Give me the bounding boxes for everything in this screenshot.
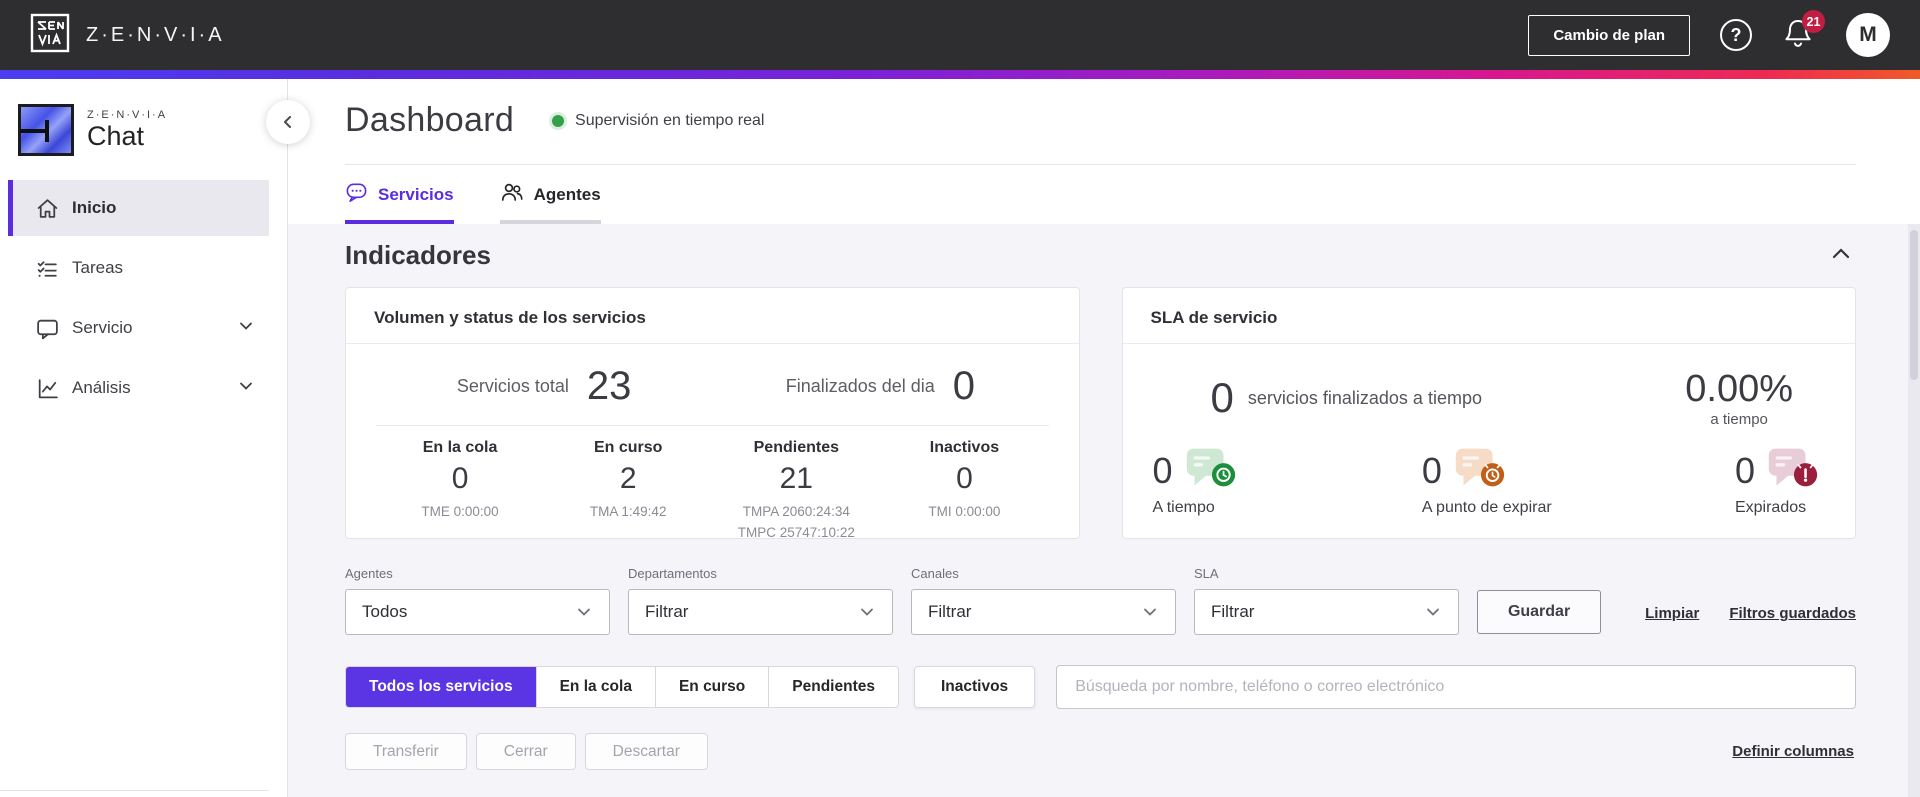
- topbar: Z·E·N·V·I·A Cambio de plan ? 21 M: [0, 0, 1920, 70]
- clear-filters-link[interactable]: Limpiar: [1645, 605, 1699, 622]
- sla-on-time: 0 A tiempo: [1153, 444, 1239, 517]
- tab-servicios[interactable]: Servicios: [345, 180, 454, 224]
- chat-logo: Z·E·N·V·I·A Chat: [0, 79, 287, 156]
- sla-finished-on-time: 0 servicios finalizados a tiempo: [1210, 374, 1482, 421]
- stat-en-curso: En curso 2 TMA 1:49:42: [589, 439, 667, 519]
- realtime-status: Supervisión en tiempo real: [552, 112, 764, 130]
- sidebar-divider: [0, 790, 269, 797]
- search-input[interactable]: [1056, 665, 1856, 709]
- sidebar-item-label: Análisis: [72, 378, 131, 397]
- collapse-indicators-button[interactable]: [1826, 239, 1856, 272]
- realtime-status-label: Supervisión en tiempo real: [575, 111, 765, 129]
- home-icon: [34, 195, 60, 221]
- tab-label: Agentes: [533, 184, 601, 204]
- help-icon[interactable]: ?: [1720, 19, 1752, 51]
- tasks-icon: [34, 255, 60, 281]
- sla-expired: 0 Expirados: [1735, 444, 1821, 517]
- tab-todos-los-servicios[interactable]: Todos los servicios: [346, 667, 537, 707]
- indicators-title: Indicadores: [345, 240, 491, 270]
- transfer-button[interactable]: Transferir: [345, 733, 467, 770]
- chevron-down-icon: [1427, 608, 1439, 616]
- volume-status-card: Volumen y status de los servicios Servic…: [345, 287, 1080, 539]
- chevron-down-icon: [861, 608, 873, 616]
- scrollbar[interactable]: [1908, 224, 1920, 797]
- sla-about-to-expire: 0 A punto de expirar: [1422, 444, 1552, 517]
- sidebar-item-tareas[interactable]: Tareas: [8, 240, 269, 296]
- filter-label-canales: Canales: [911, 566, 959, 581]
- tab-label: Servicios: [378, 184, 454, 204]
- departments-filter-select[interactable]: Filtrar: [628, 589, 893, 635]
- sidebar-item-label: Tareas: [72, 258, 124, 277]
- sidebar-item-analisis[interactable]: Análisis: [8, 360, 269, 416]
- sidebar-item-label: Inicio: [72, 198, 117, 217]
- sla-filter-select[interactable]: Filtrar: [1194, 589, 1459, 635]
- chevron-down-icon: [237, 377, 255, 400]
- stat-pendientes: Pendientes 21 TMPA 2060:24:34 TMPC 25747…: [737, 439, 855, 539]
- brand-gradient-bar: [0, 70, 1920, 79]
- discard-button[interactable]: Descartar: [584, 733, 708, 770]
- notifications-button[interactable]: 21: [1782, 10, 1825, 55]
- on-time-bubble-clock-icon: [1181, 444, 1239, 497]
- tab-en-la-cola[interactable]: En la cola: [536, 667, 656, 707]
- sla-percent-on-time: 0.00% a tiempo: [1685, 368, 1793, 428]
- filter-label-sla: SLA: [1194, 566, 1219, 581]
- chat-bubble-icon: [34, 315, 60, 341]
- chevron-down-icon: [1144, 608, 1156, 616]
- zenvia-brand: Z·E·N·V·I·A: [30, 13, 225, 58]
- volume-card-title: Volumen y status de los servicios: [346, 288, 1079, 344]
- sla-card: SLA de servicio 0 servicios finalizados …: [1121, 287, 1856, 539]
- filter-label-agentes: Agentes: [345, 566, 393, 581]
- filters-bar: Agentes Todos Departamentos Filtrar Cana…: [345, 566, 1856, 635]
- close-button[interactable]: Cerrar: [475, 733, 576, 770]
- chat-logo-product: Chat: [87, 121, 145, 152]
- finished-today: Finalizados del dia 0: [785, 364, 976, 408]
- saved-filters-link[interactable]: Filtros guardados: [1729, 605, 1856, 622]
- define-columns-link[interactable]: Definir columnas: [1732, 743, 1854, 760]
- services-bubble-icon: [345, 181, 368, 209]
- sidebar-item-servicio[interactable]: Servicio: [8, 300, 269, 356]
- chevron-down-icon: [578, 608, 590, 616]
- header-divider: [345, 164, 1856, 165]
- page-title: Dashboard: [345, 101, 515, 139]
- expiring-bubble-alarm-icon: [1450, 444, 1508, 497]
- agents-filter-select[interactable]: Todos: [345, 589, 610, 635]
- service-status-tabs: Todos los servicios En la cola En curso …: [345, 666, 899, 708]
- change-plan-button[interactable]: Cambio de plan: [1528, 14, 1690, 56]
- agents-icon: [500, 180, 524, 209]
- sidebar: Z·E·N·V·I·A Chat Inicio Tareas Servicio …: [0, 79, 288, 797]
- tab-pendientes[interactable]: Pendientes: [769, 667, 898, 707]
- collapse-sidebar-button[interactable]: [266, 100, 310, 144]
- actions-row: Transferir Cerrar Descartar Definir colu…: [345, 733, 1856, 770]
- chat-logo-brand: Z·E·N·V·I·A: [87, 109, 168, 122]
- stat-inactivos: Inactivos 0 TMI 0:00:00: [928, 439, 1001, 519]
- save-filters-button[interactable]: Guardar: [1477, 590, 1602, 634]
- services-total-value: 23: [586, 364, 632, 408]
- notification-badge: 21: [1802, 10, 1825, 33]
- main-content: Dashboard Supervisión en tiempo real Ser…: [288, 79, 1920, 797]
- sidebar-nav: Inicio Tareas Servicio Análisis: [0, 180, 287, 420]
- filter-label-departamentos: Departamentos: [628, 566, 717, 581]
- channels-filter-select[interactable]: Filtrar: [911, 589, 1176, 635]
- chart-icon: [34, 375, 60, 401]
- chat-logo-image: [18, 104, 74, 156]
- tab-en-curso[interactable]: En curso: [655, 667, 770, 707]
- zenvia-logo-icon: [30, 13, 70, 58]
- chevron-down-icon: [237, 317, 255, 340]
- sidebar-item-inicio[interactable]: Inicio: [8, 180, 269, 236]
- sidebar-item-label: Servicio: [72, 318, 133, 337]
- indicators-section: Indicadores Volumen y status de los serv…: [288, 224, 1920, 797]
- online-status-dot: [552, 114, 565, 127]
- finished-today-value: 0: [952, 364, 976, 408]
- main-tabs: Servicios Agentes: [288, 180, 1920, 224]
- service-status-row: Todos los servicios En la cola En curso …: [345, 665, 1856, 709]
- avatar[interactable]: M: [1846, 13, 1890, 57]
- services-total: Servicios total 23: [456, 364, 632, 408]
- sla-card-title: SLA de servicio: [1122, 288, 1855, 344]
- tab-inactivos[interactable]: Inactivos: [913, 666, 1036, 708]
- stat-en-la-cola: En la cola 0 TME 0:00:00: [421, 439, 499, 519]
- bell-icon: [1782, 20, 1814, 55]
- expired-bubble-alert-icon: [1763, 444, 1821, 497]
- tab-agentes[interactable]: Agentes: [499, 180, 601, 224]
- brand-wordmark: Z·E·N·V·I·A: [86, 23, 225, 46]
